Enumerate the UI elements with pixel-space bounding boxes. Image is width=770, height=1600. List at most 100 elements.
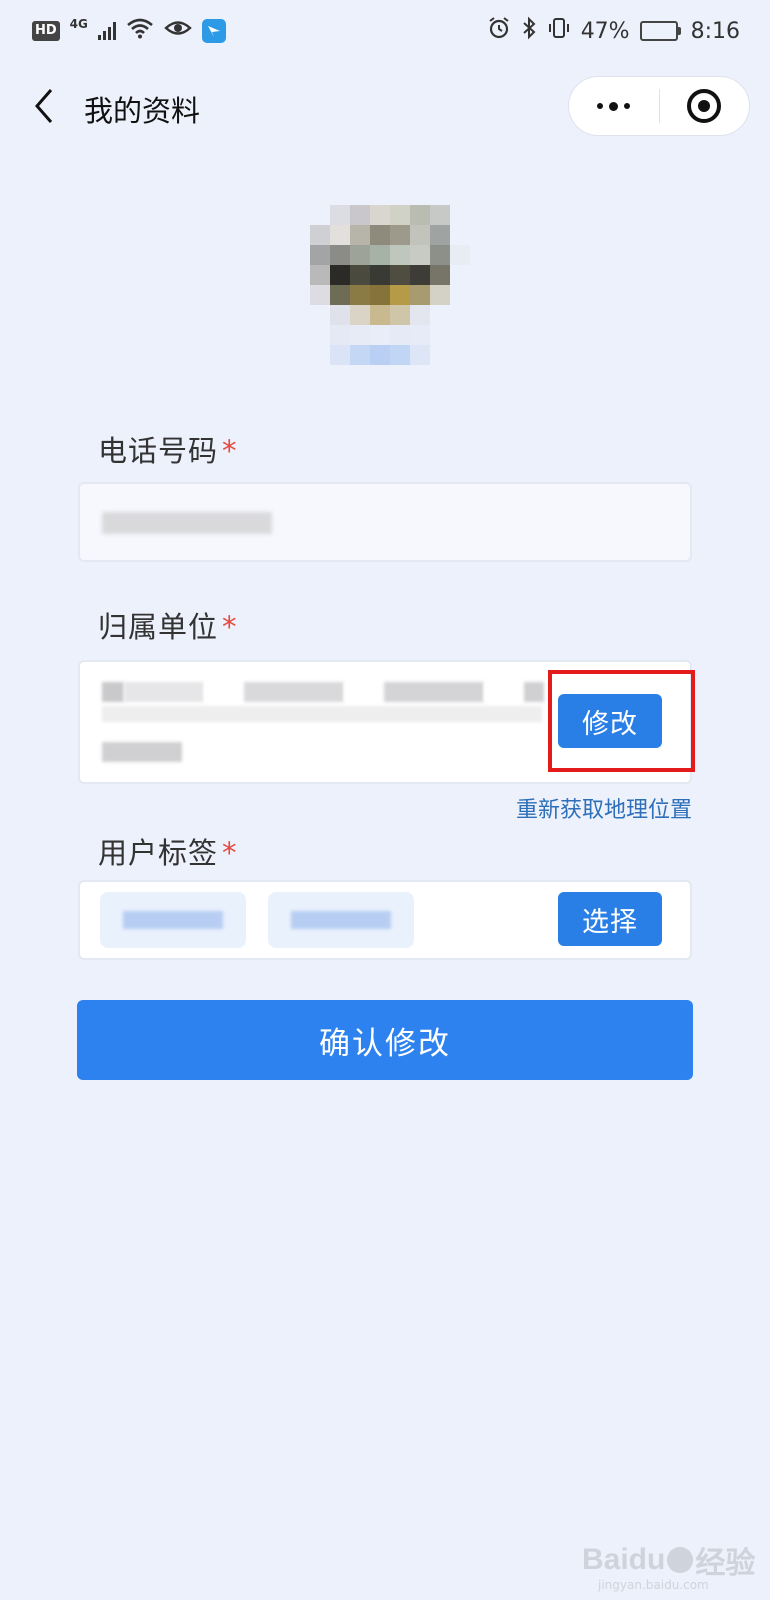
avatar-pixel bbox=[310, 265, 330, 285]
confirm-button[interactable]: 确认修改 bbox=[77, 1000, 693, 1080]
avatar-pixel bbox=[370, 245, 390, 265]
battery-icon bbox=[639, 21, 681, 41]
back-button[interactable] bbox=[26, 86, 62, 126]
hd-badge: HD bbox=[32, 21, 60, 41]
avatar-pixel bbox=[410, 265, 430, 285]
unit-label: 归属单位 * bbox=[98, 610, 238, 644]
mini-program-capsule bbox=[568, 76, 750, 136]
avatar-pixel bbox=[390, 345, 410, 365]
highlight-box bbox=[548, 670, 695, 772]
avatar-pixel bbox=[310, 345, 330, 365]
required-mark: * bbox=[222, 434, 238, 468]
watermark-brand: Baidu bbox=[582, 1543, 666, 1576]
avatar-pixel bbox=[430, 265, 450, 285]
avatar-pixel bbox=[310, 285, 330, 305]
avatar-pixel bbox=[370, 325, 390, 345]
avatar-pixel bbox=[310, 325, 330, 345]
required-mark: * bbox=[222, 836, 238, 870]
more-dots-icon bbox=[597, 101, 631, 111]
avatar-pixel bbox=[430, 285, 450, 305]
chevron-left-icon bbox=[35, 89, 53, 123]
avatar[interactable] bbox=[310, 205, 474, 393]
tag-chip[interactable] bbox=[100, 892, 246, 948]
avatar-pixel bbox=[410, 245, 430, 265]
avatar-pixel bbox=[450, 325, 470, 345]
watermark-url: jingyan.baidu.com bbox=[598, 1578, 709, 1592]
avatar-pixel bbox=[410, 365, 430, 385]
phone-label: 电话号码 * bbox=[98, 434, 238, 468]
avatar-pixel bbox=[330, 205, 350, 225]
unit-value-redacted-line1 bbox=[102, 682, 544, 702]
avatar-pixel bbox=[330, 365, 350, 385]
status-right: 47% 8:16 bbox=[487, 16, 740, 46]
nav-bar: 我的资料 bbox=[0, 62, 770, 152]
unit-value-redacted-line2 bbox=[102, 706, 542, 722]
avatar-pixel bbox=[430, 205, 450, 225]
wifi-icon bbox=[126, 17, 154, 45]
avatar-pixel bbox=[450, 245, 470, 265]
page-title: 我的资料 bbox=[84, 94, 201, 128]
select-tags-button[interactable]: 选择 bbox=[558, 892, 662, 946]
tags-field: 选择 bbox=[78, 880, 692, 960]
avatar-pixel bbox=[390, 285, 410, 305]
tag-chip[interactable] bbox=[268, 892, 414, 948]
tags-label: 用户标签 * bbox=[98, 836, 238, 870]
avatar-pixel bbox=[450, 225, 470, 245]
avatar-pixel bbox=[390, 225, 410, 245]
avatar-pixel bbox=[330, 325, 350, 345]
avatar-pixel bbox=[410, 285, 430, 305]
avatar-pixel bbox=[350, 305, 370, 325]
avatar-pixel bbox=[310, 245, 330, 265]
avatar-pixel bbox=[450, 305, 470, 325]
avatar-pixel bbox=[410, 205, 430, 225]
avatar-pixel bbox=[350, 365, 370, 385]
watermark-suffix: 经验 bbox=[695, 1547, 756, 1580]
avatar-pixel bbox=[390, 245, 410, 265]
relocate-link[interactable]: 重新获取地理位置 bbox=[516, 792, 692, 824]
avatar-pixel bbox=[430, 365, 450, 385]
avatar-pixel bbox=[330, 265, 350, 285]
target-circle-icon bbox=[687, 89, 722, 123]
status-left: HD 4G bbox=[32, 17, 226, 45]
avatar-pixel bbox=[350, 285, 370, 305]
unit-value-redacted-line3 bbox=[102, 742, 182, 762]
avatar-pixel bbox=[350, 345, 370, 365]
avatar-pixel bbox=[350, 265, 370, 285]
avatar-pixel bbox=[410, 325, 430, 345]
avatar-pixel bbox=[450, 205, 470, 225]
avatar-pixel bbox=[350, 245, 370, 265]
avatar-pixel bbox=[350, 225, 370, 245]
avatar-pixel bbox=[310, 365, 330, 385]
avatar-pixel bbox=[370, 205, 390, 225]
avatar-pixel bbox=[310, 205, 330, 225]
eye-icon bbox=[164, 17, 192, 45]
avatar-pixel bbox=[410, 345, 430, 365]
avatar-pixel bbox=[370, 285, 390, 305]
avatar-pixel bbox=[430, 325, 450, 345]
more-button[interactable] bbox=[569, 77, 659, 135]
phone-field[interactable] bbox=[78, 482, 692, 562]
phone-value-redacted bbox=[102, 512, 272, 534]
avatar-pixel bbox=[330, 305, 350, 325]
avatar-pixel bbox=[310, 305, 330, 325]
avatar-pixel bbox=[450, 345, 470, 365]
required-mark: * bbox=[222, 610, 238, 644]
alarm-icon bbox=[487, 16, 511, 46]
avatar-pixel bbox=[450, 365, 470, 385]
clock: 8:16 bbox=[690, 18, 740, 44]
avatar-pixel bbox=[410, 305, 430, 325]
close-button[interactable] bbox=[660, 77, 750, 135]
avatar-pixel bbox=[350, 205, 370, 225]
avatar-pixel bbox=[450, 265, 470, 285]
avatar-pixel bbox=[370, 225, 390, 245]
avatar-pixel bbox=[430, 345, 450, 365]
avatar-pixel bbox=[450, 285, 470, 305]
paw-icon bbox=[667, 1547, 694, 1573]
avatar-pixel bbox=[370, 305, 390, 325]
bluetooth-icon bbox=[521, 16, 537, 46]
app-notification-icon bbox=[201, 19, 226, 43]
vibrate-icon bbox=[547, 16, 571, 46]
avatar-pixel bbox=[430, 245, 450, 265]
network-type: 4G bbox=[69, 17, 88, 31]
avatar-pixel bbox=[430, 305, 450, 325]
